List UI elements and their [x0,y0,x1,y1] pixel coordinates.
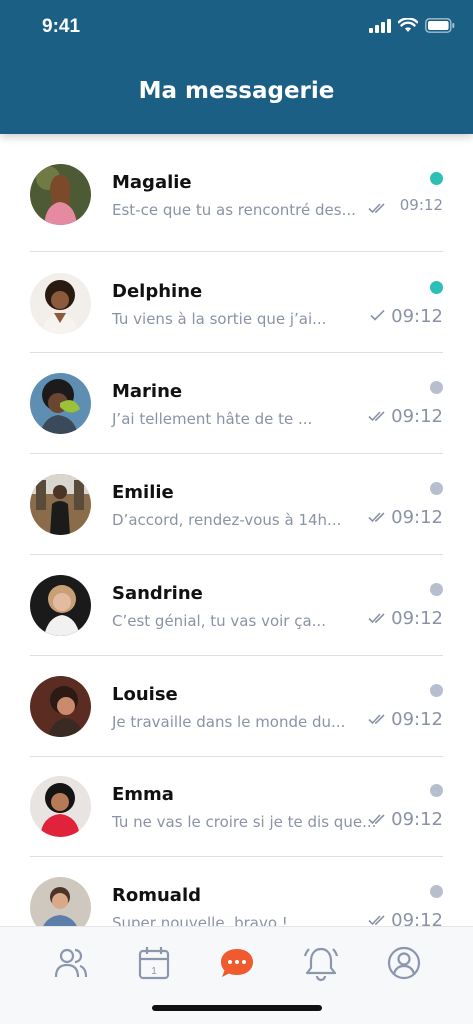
avatar [30,164,91,225]
double-check-icon [368,411,385,422]
battery-icon [425,18,455,33]
status-bar: 9:41 [0,0,473,54]
contact-name: Magalie [112,172,192,193]
avatar [30,877,91,926]
profile-icon [387,946,421,980]
message-time: 09:12 [391,406,443,427]
avatar [30,373,91,434]
contact-name: Sandrine [112,583,203,604]
conversation-row[interactable]: Sandrine C’est génial, tu vas voir ça...… [0,555,473,656]
contact-name: Marine [112,381,183,402]
double-check-icon [368,203,385,214]
avatar-emilie [30,474,91,535]
message-preview: Je travaille dans le monde du... [112,713,346,731]
tab-calendar[interactable]: 1 [134,943,174,983]
avatar [30,575,91,636]
tab-notifications[interactable] [301,943,341,983]
double-check-icon [368,512,385,523]
message-time: 09:12 [391,809,443,830]
avatar-magalie [30,164,91,225]
contact-name: Emma [112,784,174,805]
message-time: 09:12 [391,608,443,629]
tab-messages[interactable] [217,943,257,983]
message-time: 09:12 [399,196,443,214]
read-indicator [430,784,443,797]
conversation-row[interactable]: Delphine Tu viens à la sortie que j’ai..… [0,252,473,353]
app-header: 9:41 Ma messagerie [0,0,473,134]
message-preview: C’est génial, tu vas voir ça... [112,612,326,630]
conversation-row[interactable]: Magalie Est-ce que tu as rencontré des..… [0,134,473,252]
read-indicator [430,684,443,697]
double-check-icon [368,613,385,624]
message-preview: Super nouvelle, bravo ! [112,914,288,926]
contact-name: Delphine [112,281,203,302]
avatar-marine [30,373,91,434]
message-time: 09:12 [391,306,443,327]
messages-icon [221,949,253,977]
message-time: 09:12 [391,507,443,528]
avatar [30,676,91,737]
contact-name: Romuald [112,885,201,906]
message-preview: Est-ce que tu as rencontré des... [112,201,356,219]
message-time: 09:12 [391,910,443,926]
conversation-row[interactable]: Louise Je travaille dans le monde du... … [0,656,473,757]
avatar [30,474,91,535]
avatar [30,273,91,334]
contact-name: Louise [112,684,178,705]
status-time: 9:41 [42,16,81,37]
read-indicator [430,885,443,898]
tab-profile[interactable] [384,943,424,983]
notifications-icon [303,947,339,982]
avatar-romuald [30,877,91,926]
conversation-row[interactable]: Emma Tu ne vas le croire si je te dis qu… [0,757,473,858]
signal-icon [369,18,391,33]
avatar-sandrine [30,575,91,636]
wifi-icon [398,18,418,32]
avatar-emma [30,776,91,837]
read-indicator [430,482,443,495]
calendar-icon: 1 [138,947,170,980]
svg-text:1: 1 [151,966,157,977]
double-check-icon [368,915,385,926]
contact-name: Emilie [112,482,174,503]
conversation-row[interactable]: Marine J’ai tellement hâte de te ... 09:… [0,353,473,454]
contacts-icon [54,948,88,978]
message-preview: D’accord, rendez-vous à 14h... [112,511,342,529]
read-indicator [430,381,443,394]
unread-indicator [430,281,443,294]
double-check-icon [368,714,385,725]
unread-indicator [430,172,443,185]
avatar [30,776,91,837]
avatar-louise [30,676,91,737]
message-preview: Tu ne vas le croire si je te dis que... [112,813,377,831]
status-icons [369,18,455,33]
avatar-delphine [30,273,91,334]
page-title: Ma messagerie [138,78,335,104]
conversation-list[interactable]: Magalie Est-ce que tu as rencontré des..… [0,134,473,926]
conversation-row[interactable]: Emilie D’accord, rendez-vous à 14h... 09… [0,454,473,555]
message-preview: J’ai tellement hâte de te ... [112,410,313,428]
double-check-icon [368,814,385,825]
read-indicator [430,583,443,596]
message-preview: Tu viens à la sortie que j’ai... [112,310,327,328]
single-check-icon [370,309,385,321]
conversation-row[interactable]: Romuald Super nouvelle, bravo ! 09:12 [0,857,473,926]
home-indicator [152,1005,322,1011]
message-time: 09:12 [391,709,443,730]
tab-contacts[interactable] [51,943,91,983]
